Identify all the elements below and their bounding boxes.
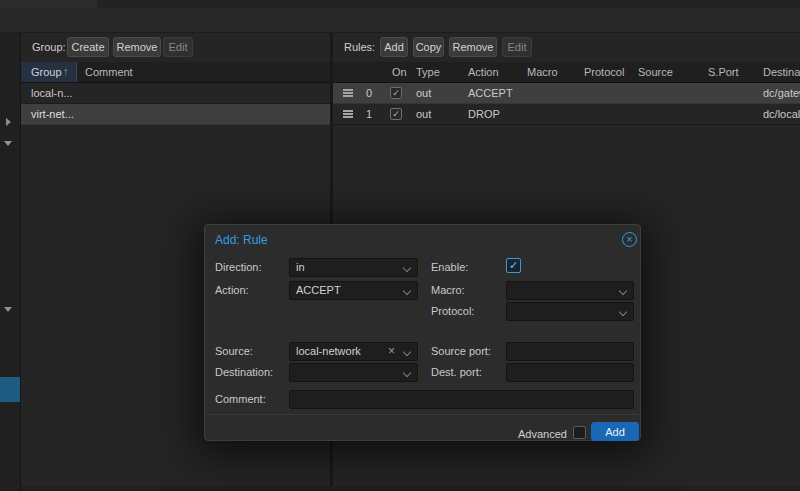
group-row[interactable]: virt-net... [21, 104, 330, 125]
drag-handle-icon[interactable] [343, 110, 353, 118]
rule-add-button[interactable]: Add [380, 37, 408, 57]
source-port-label: Source port: [431, 345, 491, 357]
rules-toolbar-label: Rules: [344, 41, 375, 53]
dialog-title: Add: Rule [215, 233, 268, 247]
rule-remove-button[interactable]: Remove [449, 37, 497, 57]
rules-header-sport[interactable]: S.Port [708, 66, 739, 78]
destination-label: Destination: [215, 366, 273, 378]
top-strip [0, 0, 800, 8]
rule-row[interactable]: 1 ✓ out DROP dc/local-... [333, 104, 800, 125]
rail-selected-item[interactable] [0, 377, 20, 402]
groups-header-group[interactable]: Group ↑ [21, 62, 77, 82]
dialog-footer-divider [205, 414, 640, 415]
close-icon[interactable]: × [622, 232, 637, 247]
rules-header-source[interactable]: Source [638, 66, 673, 78]
group-remove-button[interactable]: Remove [113, 37, 161, 57]
rules-header-on[interactable]: On [392, 66, 407, 78]
rail-collapse-arrow-icon[interactable] [4, 141, 12, 146]
rules-header-type[interactable]: Type [416, 66, 440, 78]
advanced-checkbox[interactable] [573, 426, 586, 439]
rules-header-action[interactable]: Action [468, 66, 499, 78]
chevron-down-icon [403, 348, 411, 356]
chevron-down-icon [403, 264, 411, 272]
dest-port-label: Dest. port: [431, 366, 482, 378]
dialog-add-button[interactable]: Add [591, 422, 639, 441]
groups-header-comment[interactable]: Comment [85, 66, 133, 78]
clear-icon[interactable]: × [388, 343, 395, 360]
macro-select[interactable] [506, 281, 634, 300]
rail-collapse-arrow-icon-2[interactable] [4, 307, 12, 312]
rail-expand-arrow-icon[interactable] [6, 118, 11, 126]
sort-asc-icon: ↑ [63, 65, 69, 77]
macro-label: Macro: [431, 284, 465, 296]
rule-row[interactable]: 0 ✓ out ACCEPT dc/gatew... [333, 83, 800, 104]
dest-port-input[interactable] [506, 363, 634, 382]
header-band [0, 8, 800, 33]
comment-input[interactable] [289, 390, 634, 409]
advanced-label: Advanced [518, 428, 567, 440]
group-row[interactable]: local-n... [21, 83, 330, 104]
direction-label: Direction: [215, 261, 261, 273]
drag-handle-icon[interactable] [343, 89, 353, 97]
protocol-label: Protocol: [431, 305, 474, 317]
source-select[interactable]: local-network × [289, 342, 418, 361]
rules-header-macro[interactable]: Macro [527, 66, 558, 78]
chevron-down-icon [619, 308, 627, 316]
chevron-down-icon [403, 369, 411, 377]
rule-edit-button[interactable]: Edit [502, 37, 532, 57]
rule-on-checkbox[interactable]: ✓ [390, 87, 402, 99]
group-edit-button[interactable]: Edit [163, 37, 193, 57]
rule-copy-button[interactable]: Copy [413, 37, 444, 57]
chevron-down-icon [403, 287, 411, 295]
add-rule-dialog: Add: Rule × Direction: in Enable: ✓ Acti… [204, 224, 641, 441]
rules-header-destination[interactable]: Destination [763, 66, 800, 78]
left-rail [0, 33, 21, 491]
rules-header-protocol[interactable]: Protocol [584, 66, 624, 78]
bottom-band [21, 486, 800, 491]
protocol-select[interactable] [506, 302, 634, 321]
enable-label: Enable: [431, 261, 468, 273]
comment-label: Comment: [215, 393, 266, 405]
source-port-input[interactable] [506, 342, 634, 361]
direction-select[interactable]: in [289, 258, 418, 277]
rule-on-checkbox[interactable]: ✓ [390, 108, 402, 120]
enable-checkbox[interactable]: ✓ [506, 258, 521, 273]
chevron-down-icon [619, 287, 627, 295]
source-label: Source: [215, 345, 253, 357]
action-label: Action: [215, 284, 249, 296]
group-create-button[interactable]: Create [67, 37, 109, 57]
destination-select[interactable] [289, 363, 418, 382]
top-strip-tab [0, 0, 97, 8]
action-select[interactable]: ACCEPT [289, 281, 418, 300]
groups-toolbar-label: Group: [32, 41, 66, 53]
